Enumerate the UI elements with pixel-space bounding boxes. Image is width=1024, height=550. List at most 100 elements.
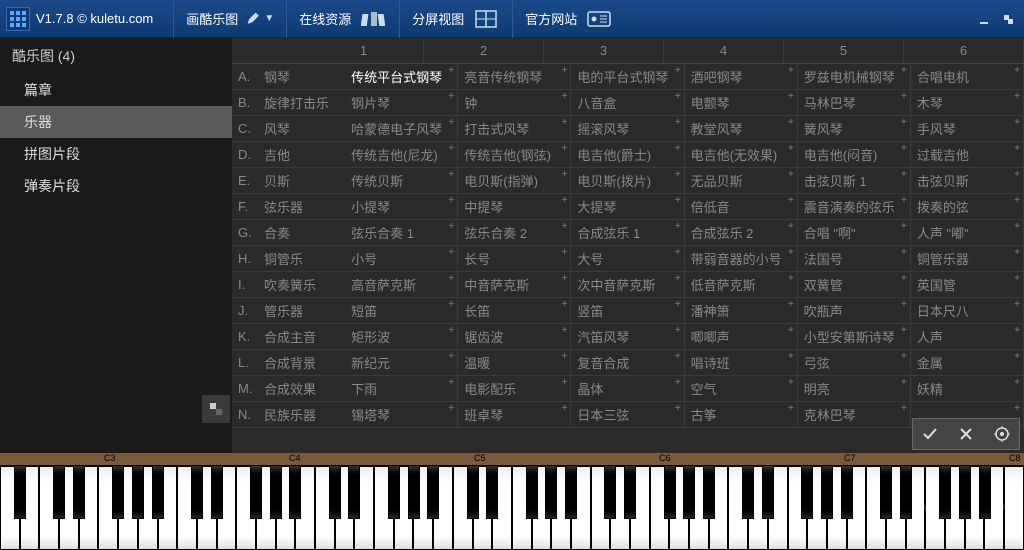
black-key[interactable] [880, 465, 892, 519]
instrument-cell[interactable]: 锯齿波+ [458, 324, 571, 349]
instrument-cell[interactable]: 中提琴+ [458, 194, 571, 219]
sidebar-toggle-button[interactable] [202, 395, 230, 423]
instrument-cell[interactable]: 次中音萨克斯+ [571, 272, 684, 297]
instrument-cell[interactable]: 汽笛风琴+ [571, 324, 684, 349]
instrument-cell[interactable]: 合成弦乐 1+ [571, 220, 684, 245]
instrument-cell[interactable]: 电吉他(闷音)+ [798, 142, 911, 167]
black-key[interactable] [270, 465, 282, 519]
instrument-cell[interactable]: 拨奏的弦+ [911, 194, 1024, 219]
instrument-cell[interactable]: 大号+ [571, 246, 684, 271]
instrument-cell[interactable]: 传统平台式钢琴+ [345, 64, 458, 89]
black-key[interactable] [408, 465, 420, 519]
black-key[interactable] [73, 465, 85, 519]
instrument-cell[interactable]: 竖笛+ [571, 298, 684, 323]
instrument-cell[interactable]: 过载吉他+ [911, 142, 1024, 167]
instrument-cell[interactable]: 小号+ [345, 246, 458, 271]
instrument-cell[interactable]: 打击式风琴+ [458, 116, 571, 141]
instrument-cell[interactable]: 日本尺八+ [911, 298, 1024, 323]
instrument-cell[interactable]: 电的平台式钢琴+ [571, 64, 684, 89]
cancel-button[interactable] [949, 419, 983, 449]
instrument-cell[interactable]: 倍低音+ [685, 194, 798, 219]
lock-button[interactable] [985, 419, 1019, 449]
black-key[interactable] [959, 465, 971, 519]
instrument-cell[interactable]: 电吉他(无效果)+ [685, 142, 798, 167]
instrument-cell[interactable]: 锡塔琴+ [345, 402, 458, 427]
instrument-cell[interactable]: 古筝+ [685, 402, 798, 427]
instrument-cell[interactable]: 双簧管+ [798, 272, 911, 297]
instrument-cell[interactable]: 大提琴+ [571, 194, 684, 219]
instrument-cell[interactable]: 罗兹电机械钢琴+ [798, 64, 911, 89]
menu-split[interactable]: 分屏视图 [399, 0, 512, 38]
menu-draw[interactable]: 画酷乐图 ▼ [173, 0, 286, 38]
instrument-cell[interactable]: 震音演奏的弦乐+ [798, 194, 911, 219]
instrument-cell[interactable]: 钢片琴+ [345, 90, 458, 115]
instrument-cell[interactable]: 英国管+ [911, 272, 1024, 297]
instrument-cell[interactable]: 小提琴+ [345, 194, 458, 219]
instrument-cell[interactable]: 带弱音器的小号+ [685, 246, 798, 271]
instrument-cell[interactable]: 合唱电机+ [911, 64, 1024, 89]
menu-online[interactable]: 在线资源 [286, 0, 399, 38]
instrument-cell[interactable]: 电贝斯(指弹)+ [458, 168, 571, 193]
instrument-cell[interactable]: 长笛+ [458, 298, 571, 323]
instrument-cell[interactable]: 晶体+ [571, 376, 684, 401]
black-key[interactable] [841, 465, 853, 519]
black-key[interactable] [152, 465, 164, 519]
black-key[interactable] [801, 465, 813, 519]
instrument-cell[interactable]: 击弦贝斯 1+ [798, 168, 911, 193]
instrument-cell[interactable]: 下雨+ [345, 376, 458, 401]
black-key[interactable] [250, 465, 262, 519]
black-key[interactable] [821, 465, 833, 519]
instrument-cell[interactable]: 合唱 "啊"+ [798, 220, 911, 245]
instrument-cell[interactable]: 克林巴琴+ [798, 402, 911, 427]
instrument-cell[interactable]: 金属+ [911, 350, 1024, 375]
black-key[interactable] [979, 465, 991, 519]
instrument-cell[interactable]: 低音萨克斯+ [685, 272, 798, 297]
sidebar-item-3[interactable]: 弹奏片段 [0, 170, 232, 202]
instrument-cell[interactable]: 复音合成+ [571, 350, 684, 375]
black-key[interactable] [211, 465, 223, 519]
black-key[interactable] [53, 465, 65, 519]
instrument-cell[interactable]: 钟+ [458, 90, 571, 115]
black-key[interactable] [703, 465, 715, 519]
black-key[interactable] [467, 465, 479, 519]
instrument-cell[interactable]: 传统吉他(钢弦)+ [458, 142, 571, 167]
instrument-cell[interactable]: 马林巴琴+ [798, 90, 911, 115]
instrument-cell[interactable]: 妖精+ [911, 376, 1024, 401]
instrument-cell[interactable]: 弦乐合奏 1+ [345, 220, 458, 245]
white-key[interactable] [1004, 465, 1024, 550]
black-key[interactable] [526, 465, 538, 519]
sidebar-item-1[interactable]: 乐器 [0, 106, 232, 138]
black-key[interactable] [683, 465, 695, 519]
instrument-cell[interactable]: 传统吉他(尼龙)+ [345, 142, 458, 167]
sidebar-item-2[interactable]: 拼图片段 [0, 138, 232, 170]
instrument-cell[interactable]: 吹瓶声+ [798, 298, 911, 323]
black-key[interactable] [486, 465, 498, 519]
instrument-cell[interactable]: 潘神箫+ [685, 298, 798, 323]
instrument-cell[interactable]: 日本三弦+ [571, 402, 684, 427]
instrument-cell[interactable]: 击弦贝斯+ [911, 168, 1024, 193]
confirm-button[interactable] [913, 419, 947, 449]
black-key[interactable] [427, 465, 439, 519]
instrument-cell[interactable]: 八音盒+ [571, 90, 684, 115]
black-key[interactable] [664, 465, 676, 519]
instrument-cell[interactable]: 亮音传统钢琴+ [458, 64, 571, 89]
black-key[interactable] [14, 465, 26, 519]
instrument-cell[interactable]: 明亮+ [798, 376, 911, 401]
black-key[interactable] [604, 465, 616, 519]
instrument-cell[interactable]: 电影配乐+ [458, 376, 571, 401]
instrument-cell[interactable]: 电颤琴+ [685, 90, 798, 115]
menu-site[interactable]: 官方网站 [512, 0, 625, 38]
black-key[interactable] [762, 465, 774, 519]
instrument-cell[interactable]: 合成弦乐 2+ [685, 220, 798, 245]
black-key[interactable] [132, 465, 144, 519]
instrument-cell[interactable]: 小型安第斯诗琴+ [798, 324, 911, 349]
instrument-cell[interactable]: 矩形波+ [345, 324, 458, 349]
instrument-cell[interactable]: 木琴+ [911, 90, 1024, 115]
instrument-cell[interactable]: 手风琴+ [911, 116, 1024, 141]
instrument-cell[interactable]: 唧唧声+ [685, 324, 798, 349]
maximize-button[interactable] [1000, 11, 1016, 27]
instrument-cell[interactable]: 电吉他(爵士)+ [571, 142, 684, 167]
sidebar-item-0[interactable]: 篇章 [0, 74, 232, 106]
black-key[interactable] [191, 465, 203, 519]
instrument-cell[interactable]: 短笛+ [345, 298, 458, 323]
